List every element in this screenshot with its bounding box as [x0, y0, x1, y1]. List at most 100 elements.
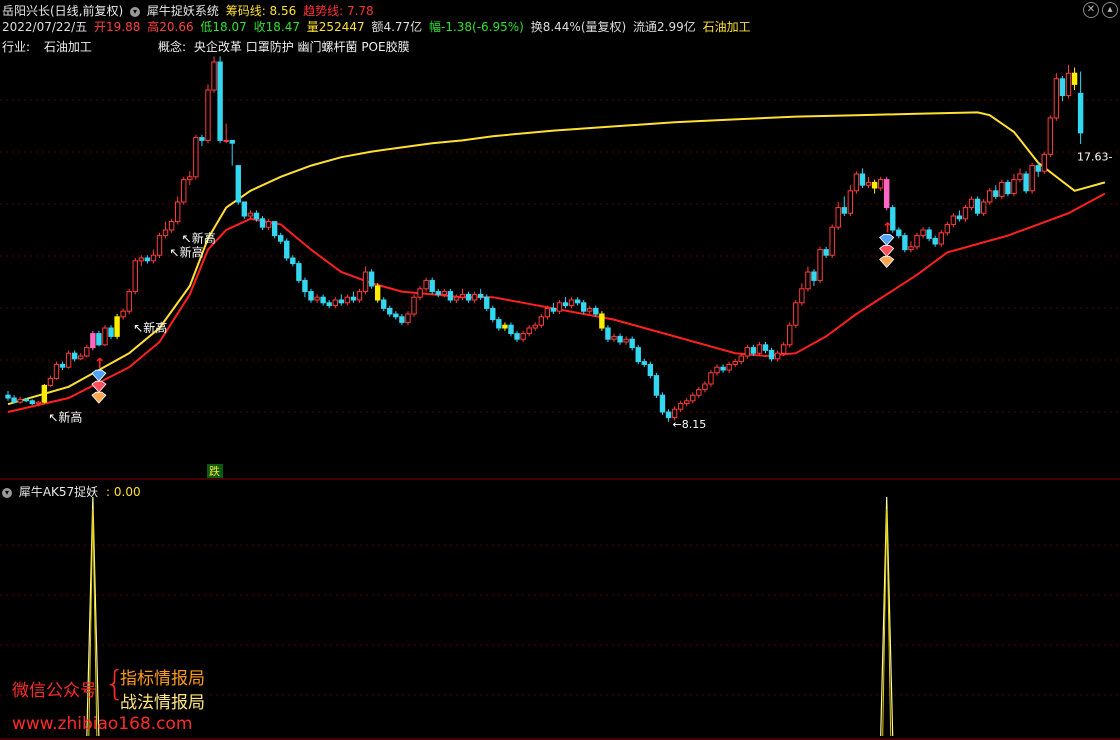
candle: [920, 227, 926, 239]
candle-body: [235, 165, 241, 203]
new-high-label: ↖新高: [133, 320, 167, 335]
dropdown-icon[interactable]: ▾: [130, 6, 141, 17]
candle-body: [532, 324, 538, 329]
candle-body: [441, 291, 448, 295]
candle: [387, 305, 393, 317]
candle: [526, 325, 532, 337]
candle-body: [647, 363, 654, 377]
candle: [205, 84, 211, 144]
candle: [168, 218, 175, 233]
candle: [174, 196, 181, 225]
candle: [629, 336, 635, 351]
indicator-name[interactable]: 犀牛捉妖系统: [147, 4, 219, 18]
candle-body: [568, 299, 575, 307]
candle: [714, 364, 720, 376]
candle: [193, 134, 199, 180]
candle: [653, 372, 660, 398]
candle: [659, 392, 666, 415]
candle: [617, 333, 623, 345]
candle: [1071, 67, 1078, 90]
sub-panel-title[interactable]: 犀牛AK57捉妖: [19, 485, 98, 499]
candle: [635, 344, 641, 365]
candle-body: [1029, 165, 1035, 192]
candle-body: [320, 296, 326, 304]
candle: [429, 277, 435, 295]
candle-body: [787, 324, 793, 346]
candle: [247, 210, 254, 219]
candle: [96, 330, 102, 347]
candle-body: [635, 347, 641, 363]
candle: [259, 216, 266, 230]
candle: [599, 311, 605, 331]
candle-body: [1023, 173, 1029, 192]
candle-body: [241, 201, 248, 217]
candle-body: [932, 237, 938, 245]
candle: [932, 235, 938, 247]
gem-icon: [91, 380, 107, 393]
candle: [1029, 162, 1035, 194]
candle-body: [920, 229, 926, 237]
candle: [465, 291, 472, 303]
stock-name[interactable]: 岳阳兴长(日线,前复权): [2, 4, 123, 18]
candle: [799, 283, 805, 306]
candle-body: [708, 372, 714, 385]
chip-line-value: 筹码线: 8.56: [225, 4, 297, 18]
candle-body: [544, 307, 551, 318]
limit-down-label: 跌: [209, 464, 220, 478]
candle-body: [332, 299, 338, 307]
candle: [896, 227, 902, 239]
candle: [623, 336, 629, 345]
candle: [314, 294, 320, 303]
candle-body: [417, 288, 423, 298]
quote-low: 低18.07: [200, 20, 247, 34]
candle: [78, 353, 84, 361]
candle-body: [865, 181, 872, 186]
candle-body: [296, 263, 302, 281]
candle-body: [47, 377, 54, 386]
expand-icon[interactable]: ▴: [1102, 2, 1118, 18]
candle-body: [1005, 181, 1011, 195]
candle-body: [884, 179, 890, 209]
candle-body: [156, 235, 163, 256]
candle: [587, 305, 593, 314]
candle: [162, 221, 169, 239]
candle-body: [1059, 78, 1066, 97]
candle: [490, 305, 496, 323]
candle: [17, 396, 23, 404]
quote-amount: 额4.77亿: [371, 20, 423, 34]
candle-body: [393, 313, 399, 318]
candle-body: [477, 293, 484, 298]
close-icon[interactable]: ✕: [1083, 2, 1099, 18]
candle-body: [653, 375, 660, 396]
candle-body: [17, 398, 23, 403]
candle: [278, 232, 284, 244]
candle: [853, 171, 860, 194]
candle-body: [265, 221, 272, 228]
candle-body: [853, 173, 860, 192]
new-high-label: ↖新高: [182, 230, 216, 245]
candle: [229, 139, 235, 166]
candle-body: [1053, 78, 1060, 119]
dropdown-icon[interactable]: ▾: [2, 487, 12, 498]
candle-body: [611, 335, 617, 340]
candle: [1041, 151, 1047, 174]
candle: [41, 384, 48, 404]
candle-body: [223, 139, 229, 142]
candle: [126, 288, 132, 314]
candle-body: [950, 215, 957, 225]
candle: [744, 344, 751, 359]
candle: [793, 300, 799, 328]
candle: [11, 395, 17, 404]
candle: [284, 238, 290, 261]
candle: [950, 213, 957, 228]
candle-body: [350, 296, 357, 301]
candle: [974, 196, 981, 216]
candle: [84, 344, 90, 358]
candle-body: [459, 293, 466, 298]
candle: [817, 246, 823, 284]
candle-body: [411, 296, 417, 315]
candle-body: [987, 190, 993, 203]
candle: [47, 375, 54, 387]
candle: [999, 179, 1005, 200]
candle-body: [290, 257, 296, 265]
